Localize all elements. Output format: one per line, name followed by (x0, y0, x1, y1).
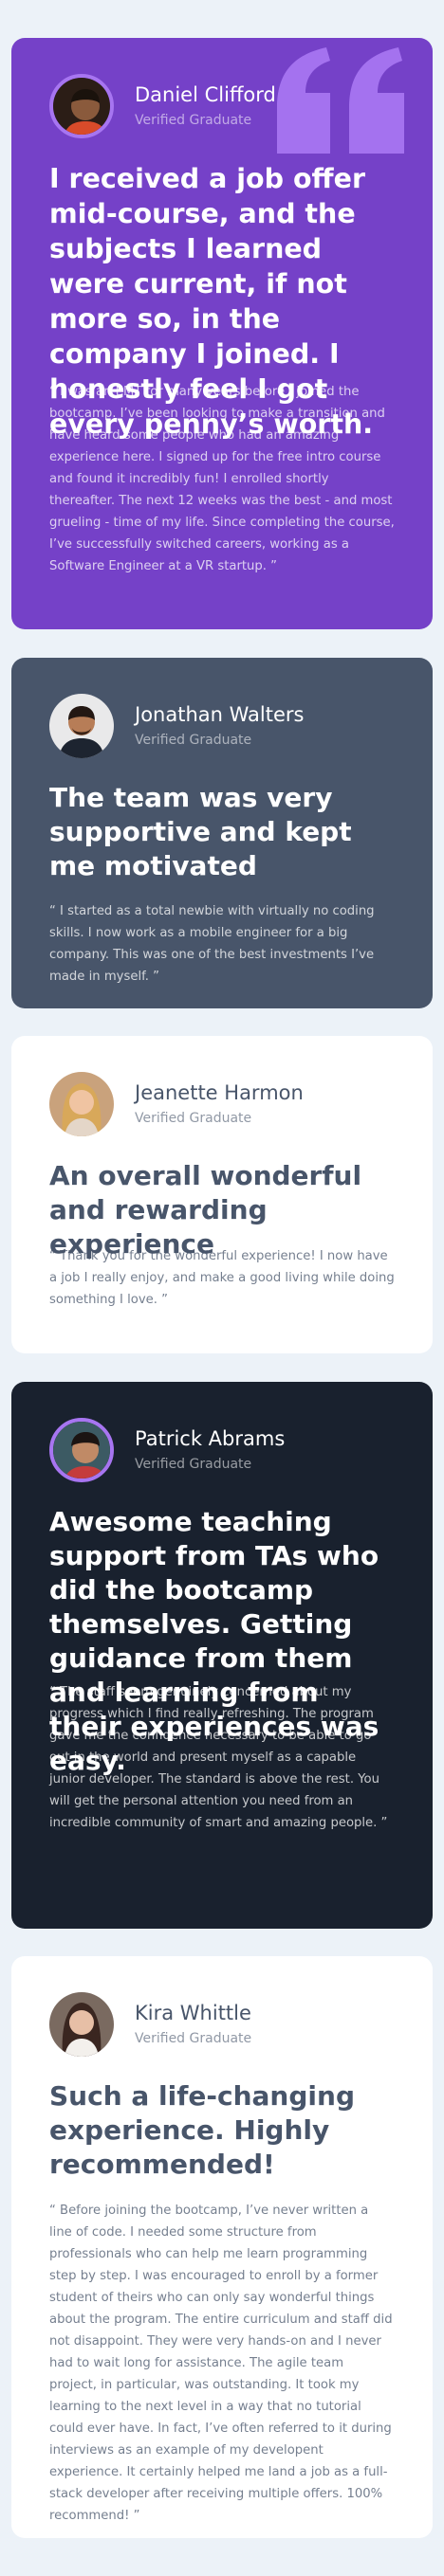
avatar (49, 694, 114, 758)
verified-status: Verified Graduate (135, 113, 252, 128)
avatar (49, 1418, 114, 1482)
author-name: Patrick Abrams (135, 1427, 286, 1450)
testimonial-card-daniel: Daniel Clifford Verified Graduate I rece… (11, 38, 433, 629)
testimonial-quote: “ I started as a total newbie with virtu… (49, 904, 375, 984)
testimonial-header: Jeanette Harmon Verified Graduate (49, 1072, 304, 1136)
avatar (49, 1992, 114, 2057)
testimonial-quote: “ Thank you for the wonderful experience… (49, 1249, 395, 1307)
testimonial-header: Jonathan Walters Verified Graduate (49, 694, 304, 758)
testimonial-card-jonathan: Jonathan Walters Verified Graduate The t… (11, 658, 433, 1008)
verified-status: Verified Graduate (135, 1457, 252, 1472)
verified-status: Verified Graduate (135, 733, 252, 748)
author-name: Jeanette Harmon (135, 1081, 304, 1104)
testimonials-page: Daniel Clifford Verified Graduate I rece… (0, 0, 444, 2576)
verified-status: Verified Graduate (135, 1111, 252, 1126)
testimonial-header: Kira Whittle Verified Graduate (49, 1992, 251, 2057)
author-name: Daniel Clifford (135, 83, 276, 106)
avatar (49, 1072, 114, 1136)
testimonial-card-jeanette: Jeanette Harmon Verified Graduate An ove… (11, 1036, 433, 1353)
testimonial-header: Daniel Clifford Verified Graduate (49, 74, 276, 138)
testimonial-card-patrick: Patrick Abrams Verified Graduate Awesome… (11, 1382, 433, 1929)
testimonial-quote: “ I was an EMT for many years before I j… (49, 385, 395, 573)
avatar (49, 74, 114, 138)
author-name: Kira Whittle (135, 2002, 251, 2024)
verified-status: Verified Graduate (135, 2031, 252, 2046)
testimonial-header: Patrick Abrams Verified Graduate (49, 1418, 285, 1482)
quotation-mark-icon (277, 47, 404, 157)
testimonial-headline: The team was very supportive and kept me… (49, 782, 352, 881)
testimonial-headline: Such a life-changing experience. Highly … (49, 2080, 355, 2180)
testimonial-quote: “ Before joining the bootcamp, I’ve neve… (49, 2204, 393, 2523)
testimonial-card-kira: Kira Whittle Verified Graduate Such a li… (11, 1956, 433, 2538)
author-name: Jonathan Walters (135, 703, 305, 726)
testimonial-quote: “ The staff seem genuinely concerned abo… (49, 1685, 388, 1830)
